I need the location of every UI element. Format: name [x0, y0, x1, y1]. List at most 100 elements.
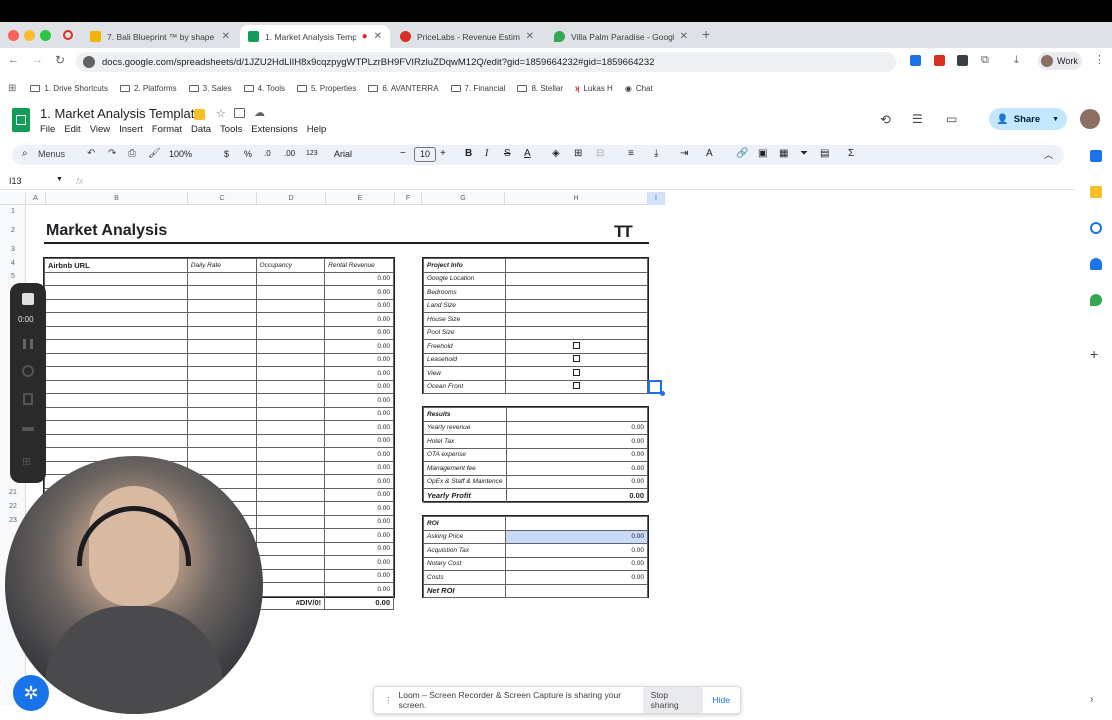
occupancy-cell[interactable]	[255, 325, 326, 340]
version-history-icon[interactable]: ⟲	[880, 112, 891, 128]
currency-format[interactable]: $	[224, 149, 229, 159]
rental-revenue-cell[interactable]: 0.00	[324, 366, 394, 381]
acquisition-tax-value[interactable]: 0.00	[505, 543, 648, 558]
airbnb-url-cell[interactable]	[44, 298, 188, 313]
occupancy-cell[interactable]	[255, 285, 326, 300]
close-tab-icon[interactable]: ✕	[222, 31, 230, 42]
leasehold-checkbox[interactable]	[573, 355, 580, 363]
bookmark-drive-shortcuts[interactable]: 1. Drive Shortcuts	[30, 84, 108, 93]
occupancy-cell[interactable]	[255, 541, 326, 556]
menu-insert[interactable]: Insert	[119, 124, 143, 135]
increase-decimal[interactable]: .00	[284, 149, 295, 158]
collapse-toolbar-icon[interactable]: ︿	[1044, 148, 1053, 161]
horizontal-align-icon[interactable]: ≡	[628, 148, 634, 159]
redo-icon[interactable]: ↷	[108, 148, 116, 159]
delete-icon[interactable]	[23, 393, 33, 405]
strikethrough-icon[interactable]: S	[504, 148, 511, 159]
extension-icon[interactable]	[934, 55, 945, 66]
menu-data[interactable]: Data	[191, 124, 211, 135]
airbnb-url-cell[interactable]	[44, 393, 188, 408]
close-tab-icon[interactable]: ✕	[680, 31, 688, 42]
chevron-right-icon[interactable]: ›	[1090, 694, 1093, 705]
occupancy-cell[interactable]	[255, 352, 326, 367]
rental-revenue-cell[interactable]: 0.00	[324, 298, 394, 313]
column-header-c[interactable]: C	[188, 192, 257, 205]
rental-revenue-cell[interactable]: 0.00	[324, 312, 394, 327]
occupancy-cell[interactable]	[255, 501, 326, 516]
insert-link-icon[interactable]: 🔗	[736, 148, 748, 159]
rental-revenue-cell[interactable]: 0.00	[324, 474, 394, 489]
zoom-select[interactable]: 100%	[169, 149, 192, 159]
text-color-icon[interactable]: A	[524, 148, 531, 159]
borders-icon[interactable]: ⊞	[574, 148, 582, 159]
bookmark-avanterra[interactable]: 6. AVANTERRA	[368, 84, 439, 93]
airbnb-url-cell[interactable]	[44, 339, 188, 354]
undo-icon[interactable]: ↶	[87, 148, 95, 159]
rental-revenue-cell[interactable]: 0.00	[324, 447, 394, 462]
move-folder-icon[interactable]	[234, 108, 245, 118]
add-addon-icon[interactable]: +	[1090, 346, 1098, 362]
column-header-g[interactable]: G	[422, 192, 505, 205]
font-select[interactable]: Arial	[334, 149, 352, 159]
occupancy-cell[interactable]	[255, 460, 326, 475]
extension-icon[interactable]	[957, 55, 968, 66]
filter-icon[interactable]: ⏷	[800, 148, 808, 159]
draw-icon[interactable]	[22, 427, 34, 431]
maximize-window-dot[interactable]	[40, 30, 51, 41]
row-header[interactable]: 5	[0, 273, 26, 280]
house-size-cell[interactable]	[505, 312, 648, 327]
column-header-a[interactable]: A	[26, 192, 46, 205]
document-title[interactable]: 1. Market Analysis Template	[40, 106, 202, 121]
maps-icon[interactable]	[1090, 294, 1102, 306]
loom-settings-icon[interactable]: ✲	[13, 675, 49, 711]
bookmark-lukas[interactable]: ʞ Lukas H	[575, 84, 613, 93]
occupancy-cell[interactable]	[255, 406, 326, 421]
profile-chip[interactable]: Work	[1038, 52, 1082, 70]
name-box[interactable]: I13	[9, 176, 22, 186]
apps-script-icon[interactable]	[194, 109, 205, 120]
occupancy-cell[interactable]	[255, 298, 326, 313]
rental-revenue-cell[interactable]: 0.00	[324, 339, 394, 354]
daily-rate-cell[interactable]	[186, 366, 257, 381]
occupancy-cell[interactable]	[255, 528, 326, 543]
bold-icon[interactable]: B	[465, 148, 472, 159]
daily-rate-cell[interactable]	[186, 420, 257, 435]
daily-rate-cell[interactable]	[186, 312, 257, 327]
rental-revenue-cell[interactable]: 0.00	[324, 420, 394, 435]
insert-comment-icon[interactable]: ▣	[758, 148, 767, 159]
rental-revenue-cell[interactable]: 0.00	[324, 555, 394, 570]
airbnb-url-cell[interactable]	[44, 379, 188, 394]
occupancy-cell[interactable]	[255, 582, 326, 597]
opex-value[interactable]: 0.00	[505, 474, 649, 489]
search-icon[interactable]: ⌕	[22, 148, 28, 159]
functions-icon[interactable]: Σ	[848, 148, 854, 159]
italic-icon[interactable]: I	[485, 148, 488, 159]
ota-expense-value[interactable]: 0.00	[505, 447, 649, 462]
close-tab-icon[interactable]: ✕	[526, 31, 534, 42]
kebab-menu-icon[interactable]: ⋮	[1094, 53, 1105, 66]
airbnb-url-cell[interactable]	[44, 406, 188, 421]
keep-icon[interactable]	[1090, 186, 1102, 198]
bookmark-stellar[interactable]: 8. Stellar	[517, 84, 563, 93]
insert-chart-icon[interactable]: ▦	[779, 148, 788, 159]
daily-rate-cell[interactable]	[186, 433, 257, 448]
close-tab-icon[interactable]: ✕	[374, 31, 382, 42]
land-size-cell[interactable]	[505, 298, 648, 313]
drag-handle-icon[interactable]: ⋮	[384, 695, 393, 706]
rental-revenue-cell[interactable]: 0.00	[324, 568, 394, 583]
restart-icon[interactable]	[22, 365, 34, 377]
decrease-decimal[interactable]: .0	[264, 149, 271, 158]
view-checkbox[interactable]	[573, 368, 580, 376]
calendar-icon[interactable]	[1090, 150, 1102, 162]
filter-views-icon[interactable]: ▤	[820, 148, 829, 159]
sheets-logo-icon[interactable]	[12, 108, 30, 132]
fill-color-icon[interactable]: ◈	[552, 148, 560, 159]
daily-rate-cell[interactable]	[186, 298, 257, 313]
airbnb-url-cell[interactable]	[44, 325, 188, 340]
share-button[interactable]: 👤 Share ▼	[989, 108, 1067, 130]
comments-icon[interactable]: ☰	[912, 112, 923, 126]
average-occupancy-cell[interactable]: #DIV/0!	[255, 595, 326, 610]
vertical-align-icon[interactable]: ⤓	[654, 148, 658, 159]
row-header[interactable]: 1	[0, 208, 26, 215]
rental-revenue-cell[interactable]: 0.00	[324, 271, 394, 286]
